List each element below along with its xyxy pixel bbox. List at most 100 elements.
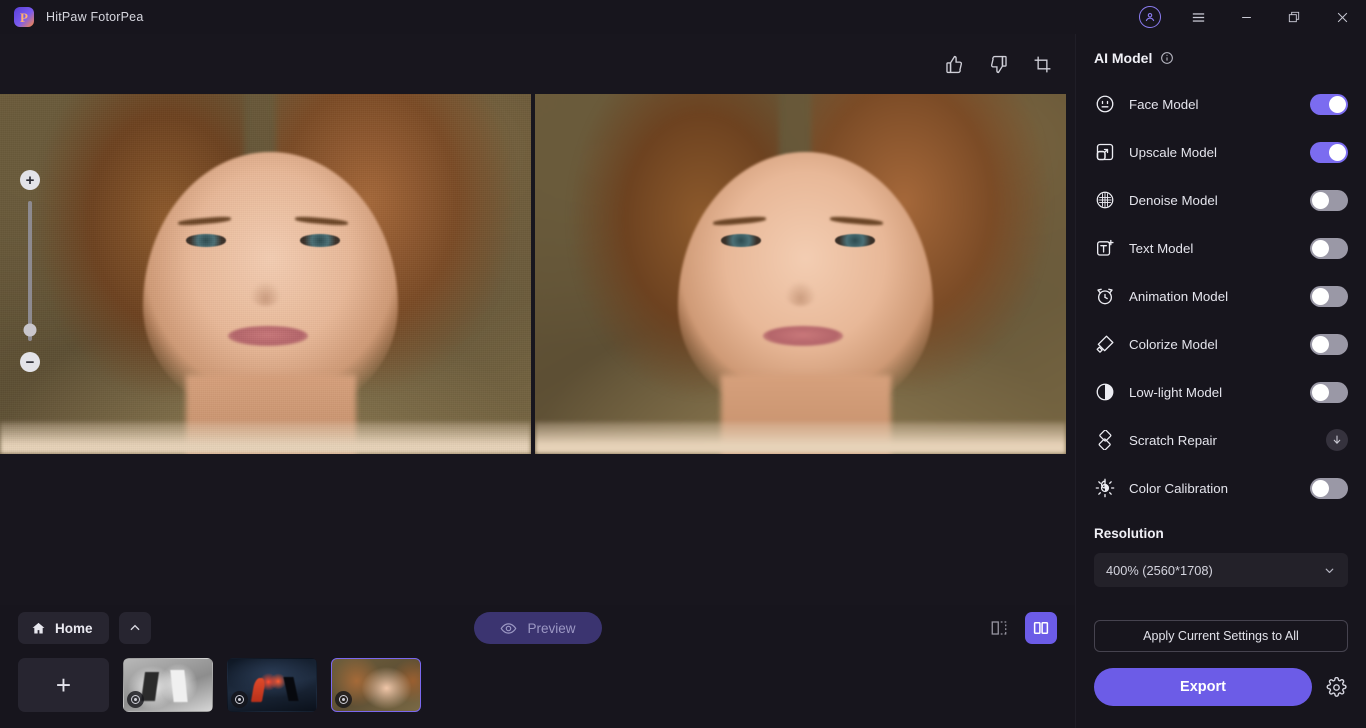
- toggle-face-model[interactable]: [1310, 93, 1348, 115]
- panel-title: AI Model: [1094, 50, 1153, 66]
- preview-button[interactable]: Preview: [473, 612, 602, 644]
- zoom-in-button[interactable]: +: [20, 170, 40, 190]
- model-list: Face Model Upscale Model Denoise Model T…: [1094, 80, 1348, 512]
- zoom-out-button[interactable]: −: [20, 352, 40, 372]
- minimize-button[interactable]: [1222, 0, 1270, 34]
- resolution-title: Resolution: [1094, 526, 1164, 541]
- bottom-bar: Home Preview +: [0, 605, 1075, 728]
- restore-button[interactable]: [1270, 0, 1318, 34]
- info-icon[interactable]: [1160, 51, 1174, 65]
- thumbnail-tray: +: [0, 651, 1075, 728]
- crop-button[interactable]: [1027, 49, 1057, 79]
- resolution-value: 400% (2560*1708): [1106, 562, 1213, 578]
- resolution-select[interactable]: 400% (2560*1708): [1094, 553, 1348, 587]
- zoom-slider-track[interactable]: [23, 201, 37, 341]
- toggle-animation-model[interactable]: [1310, 285, 1348, 307]
- thumbs-down-icon: [990, 55, 1007, 73]
- image-canvas[interactable]: + −: [0, 94, 1075, 605]
- title-bar: P HitPaw FotorPea: [0, 0, 1366, 34]
- colorize-model-icon: [1094, 333, 1116, 355]
- panel-spacer: [1094, 587, 1348, 620]
- model-label: Color Calibration: [1129, 480, 1229, 496]
- thumbs-up-button[interactable]: [939, 49, 969, 79]
- account-button[interactable]: [1126, 0, 1174, 34]
- split-view-button[interactable]: [983, 612, 1015, 644]
- menu-button[interactable]: [1174, 0, 1222, 34]
- add-image-button[interactable]: +: [18, 657, 109, 712]
- photo-lips: [763, 326, 843, 346]
- model-row-animation[interactable]: Animation Model: [1094, 272, 1348, 320]
- bottom-bar-controls: Home Preview: [0, 605, 1075, 651]
- thumbs-down-button[interactable]: [983, 49, 1013, 79]
- hamburger-menu-icon: [1192, 12, 1204, 22]
- model-label: Scratch Repair: [1129, 432, 1217, 448]
- upscale-model-icon: [1094, 141, 1116, 163]
- editor-area: + − Home Preview +: [0, 34, 1075, 728]
- model-row-text[interactable]: Text Model: [1094, 224, 1348, 272]
- toggle-text-model[interactable]: [1310, 237, 1348, 259]
- color-calibration-icon: [1094, 477, 1116, 499]
- apply-settings-to-all-button[interactable]: Apply Current Settings to All: [1094, 620, 1348, 652]
- toggle-color-calibration[interactable]: [1310, 477, 1348, 499]
- minimize-icon: [1241, 16, 1251, 18]
- model-label: Text Model: [1129, 240, 1194, 256]
- ai-model-panel: AI Model Face Model Upscale Model Denois…: [1075, 34, 1366, 728]
- denoise-model-icon: [1094, 189, 1116, 211]
- model-row-scratch-repair[interactable]: Scratch Repair: [1094, 416, 1348, 464]
- model-label: Animation Model: [1129, 288, 1229, 304]
- side-by-side-view-button[interactable]: [1025, 612, 1057, 644]
- scratch-repair-icon: [1094, 429, 1116, 451]
- photo-eye-left: [720, 234, 761, 247]
- home-button[interactable]: Home: [18, 612, 109, 644]
- model-row-color-calibration[interactable]: Color Calibration: [1094, 464, 1348, 512]
- app-window: P HitPaw FotorPea + − Home Preview + AI …: [0, 0, 1366, 728]
- status-circle-icon: [231, 690, 248, 708]
- export-button[interactable]: Export: [1094, 668, 1312, 706]
- thumbnail-3[interactable]: [331, 657, 421, 712]
- gear-icon: [1326, 676, 1347, 697]
- lowlight-model-icon: [1094, 381, 1116, 403]
- thumbnail-2[interactable]: [227, 658, 317, 712]
- collapse-tray-button[interactable]: [118, 612, 151, 644]
- text-model-icon: [1094, 237, 1116, 259]
- model-label: Low-light Model: [1129, 384, 1223, 400]
- home-icon: [32, 622, 45, 633]
- model-row-face[interactable]: Face Model: [1094, 80, 1348, 128]
- zoom-slider-thumb[interactable]: [23, 323, 37, 337]
- model-row-colorize[interactable]: Colorize Model: [1094, 320, 1348, 368]
- after-photo: [535, 94, 1066, 454]
- photo-noise-overlay: [0, 94, 531, 454]
- panel-header: AI Model: [1094, 34, 1348, 74]
- toggle-denoise-model[interactable]: [1310, 189, 1348, 211]
- download-arrow-icon: [1333, 435, 1341, 444]
- after-image-pane[interactable]: [535, 94, 1066, 454]
- status-circle-icon: [335, 690, 352, 708]
- photo-eye-right: [835, 234, 875, 247]
- chevron-down-icon: [1323, 564, 1336, 577]
- toggle-lowlight-model[interactable]: [1310, 381, 1348, 403]
- toggle-colorize-model[interactable]: [1310, 333, 1348, 355]
- toggle-upscale-model[interactable]: [1310, 141, 1348, 163]
- model-row-upscale[interactable]: Upscale Model: [1094, 128, 1348, 176]
- zoom-slider[interactable]: + −: [18, 170, 42, 372]
- status-circle-icon: [127, 690, 144, 708]
- model-label: Face Model: [1129, 96, 1199, 112]
- model-label: Upscale Model: [1129, 144, 1217, 160]
- app-title: HitPaw FotorPea: [46, 10, 144, 24]
- export-settings-button[interactable]: [1324, 675, 1348, 699]
- close-button[interactable]: [1318, 0, 1366, 34]
- side-by-side-icon: [1033, 622, 1049, 634]
- model-row-denoise[interactable]: Denoise Model: [1094, 176, 1348, 224]
- model-row-lowlight[interactable]: Low-light Model: [1094, 368, 1348, 416]
- app-body: + − Home Preview + AI Model Face Model U…: [0, 34, 1366, 728]
- export-row: Export: [1094, 668, 1348, 706]
- before-image-pane[interactable]: [0, 94, 531, 454]
- eye-icon: [500, 622, 516, 634]
- download-scratch-repair-button[interactable]: [1326, 429, 1348, 451]
- before-photo: [0, 94, 531, 454]
- home-label: Home: [55, 620, 93, 636]
- photo-shoulder: [535, 421, 1066, 454]
- model-label: Denoise Model: [1129, 192, 1218, 208]
- thumbnail-1[interactable]: [123, 658, 213, 712]
- thumbs-up-icon: [945, 55, 962, 73]
